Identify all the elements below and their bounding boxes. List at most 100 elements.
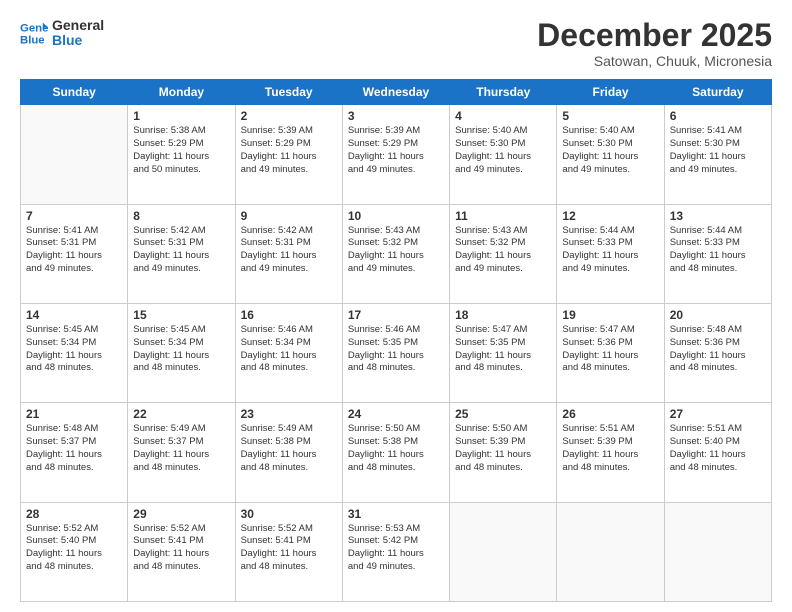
day-number: 15	[133, 308, 229, 322]
day-info: Sunrise: 5:45 AMSunset: 5:34 PMDaylight:…	[26, 324, 122, 375]
day-info: Sunrise: 5:47 AMSunset: 5:35 PMDaylight:…	[455, 324, 551, 375]
day-info: Sunrise: 5:39 AMSunset: 5:29 PMDaylight:…	[348, 125, 444, 176]
day-info: Sunrise: 5:43 AMSunset: 5:32 PMDaylight:…	[348, 225, 444, 276]
calendar-cell: 4 Sunrise: 5:40 AMSunset: 5:30 PMDaylight…	[450, 105, 557, 204]
header: General Blue General Blue December 2025 …	[20, 18, 772, 69]
day-info: Sunrise: 5:42 AMSunset: 5:31 PMDaylight:…	[241, 225, 337, 276]
day-number: 1	[133, 109, 229, 123]
svg-text:Blue: Blue	[20, 35, 45, 47]
day-info: Sunrise: 5:47 AMSunset: 5:36 PMDaylight:…	[562, 324, 658, 375]
day-info: Sunrise: 5:40 AMSunset: 5:30 PMDaylight:…	[562, 125, 658, 176]
day-info: Sunrise: 5:50 AMSunset: 5:39 PMDaylight:…	[455, 423, 551, 474]
calendar-cell: 10 Sunrise: 5:43 AMSunset: 5:32 PMDayligh…	[342, 204, 449, 303]
calendar-cell: 3 Sunrise: 5:39 AMSunset: 5:29 PMDaylight…	[342, 105, 449, 204]
calendar-week-row: 21 Sunrise: 5:48 AMSunset: 5:37 PMDayligh…	[21, 403, 772, 502]
calendar-cell: 9 Sunrise: 5:42 AMSunset: 5:31 PMDaylight…	[235, 204, 342, 303]
day-number: 5	[562, 109, 658, 123]
day-number: 2	[241, 109, 337, 123]
calendar-day-header: Sunday	[21, 80, 128, 105]
day-number: 9	[241, 209, 337, 223]
day-number: 28	[26, 507, 122, 521]
calendar-day-header: Saturday	[664, 80, 771, 105]
calendar-cell	[557, 502, 664, 601]
calendar-cell: 25 Sunrise: 5:50 AMSunset: 5:39 PMDayligh…	[450, 403, 557, 502]
day-info: Sunrise: 5:53 AMSunset: 5:42 PMDaylight:…	[348, 523, 444, 574]
day-info: Sunrise: 5:39 AMSunset: 5:29 PMDaylight:…	[241, 125, 337, 176]
day-number: 31	[348, 507, 444, 521]
day-number: 21	[26, 407, 122, 421]
day-number: 27	[670, 407, 766, 421]
calendar-cell: 22 Sunrise: 5:49 AMSunset: 5:37 PMDayligh…	[128, 403, 235, 502]
page: General Blue General Blue December 2025 …	[0, 0, 792, 612]
day-info: Sunrise: 5:43 AMSunset: 5:32 PMDaylight:…	[455, 225, 551, 276]
calendar-cell	[450, 502, 557, 601]
calendar-day-header: Monday	[128, 80, 235, 105]
calendar-cell: 12Sunrise: 5:44 AMSunset: 5:33 PMDayligh…	[557, 204, 664, 303]
day-info: Sunrise: 5:48 AMSunset: 5:36 PMDaylight:…	[670, 324, 766, 375]
calendar-cell: 14Sunrise: 5:45 AMSunset: 5:34 PMDayligh…	[21, 303, 128, 402]
day-info: Sunrise: 5:49 AMSunset: 5:37 PMDaylight:…	[133, 423, 229, 474]
day-number: 7	[26, 209, 122, 223]
day-info: Sunrise: 5:38 AMSunset: 5:29 PMDaylight:…	[133, 125, 229, 176]
calendar-cell: 6 Sunrise: 5:41 AMSunset: 5:30 PMDaylight…	[664, 105, 771, 204]
day-number: 26	[562, 407, 658, 421]
calendar-cell: 29Sunrise: 5:52 AMSunset: 5:41 PMDayligh…	[128, 502, 235, 601]
day-info: Sunrise: 5:46 AMSunset: 5:34 PMDaylight:…	[241, 324, 337, 375]
calendar-cell: 18 Sunrise: 5:47 AMSunset: 5:35 PMDayligh…	[450, 303, 557, 402]
day-number: 3	[348, 109, 444, 123]
day-number: 10	[348, 209, 444, 223]
calendar-day-header: Tuesday	[235, 80, 342, 105]
calendar-cell: 23Sunrise: 5:49 AMSunset: 5:38 PMDayligh…	[235, 403, 342, 502]
day-number: 30	[241, 507, 337, 521]
day-number: 22	[133, 407, 229, 421]
day-number: 20	[670, 308, 766, 322]
day-info: Sunrise: 5:41 AMSunset: 5:31 PMDaylight:…	[26, 225, 122, 276]
calendar-cell: 27Sunrise: 5:51 AMSunset: 5:40 PMDayligh…	[664, 403, 771, 502]
day-number: 29	[133, 507, 229, 521]
day-number: 23	[241, 407, 337, 421]
calendar-cell: 5 Sunrise: 5:40 AMSunset: 5:30 PMDaylight…	[557, 105, 664, 204]
calendar-cell: 19Sunrise: 5:47 AMSunset: 5:36 PMDayligh…	[557, 303, 664, 402]
calendar-cell: 31 Sunrise: 5:53 AMSunset: 5:42 PMDayligh…	[342, 502, 449, 601]
day-info: Sunrise: 5:52 AMSunset: 5:40 PMDaylight:…	[26, 523, 122, 574]
day-info: Sunrise: 5:42 AMSunset: 5:31 PMDaylight:…	[133, 225, 229, 276]
logo-blue: Blue	[52, 33, 104, 48]
calendar-cell: 26 Sunrise: 5:51 AMSunset: 5:39 PMDayligh…	[557, 403, 664, 502]
calendar-cell: 16Sunrise: 5:46 AMSunset: 5:34 PMDayligh…	[235, 303, 342, 402]
day-info: Sunrise: 5:48 AMSunset: 5:37 PMDaylight:…	[26, 423, 122, 474]
calendar-week-row: 7 Sunrise: 5:41 AMSunset: 5:31 PMDaylight…	[21, 204, 772, 303]
calendar-cell: 8 Sunrise: 5:42 AMSunset: 5:31 PMDaylight…	[128, 204, 235, 303]
day-info: Sunrise: 5:51 AMSunset: 5:39 PMDaylight:…	[562, 423, 658, 474]
day-info: Sunrise: 5:50 AMSunset: 5:38 PMDaylight:…	[348, 423, 444, 474]
day-info: Sunrise: 5:46 AMSunset: 5:35 PMDaylight:…	[348, 324, 444, 375]
title-block: December 2025 Satowan, Chuuk, Micronesia	[537, 18, 772, 69]
calendar-week-row: 1 Sunrise: 5:38 AMSunset: 5:29 PMDaylight…	[21, 105, 772, 204]
location: Satowan, Chuuk, Micronesia	[537, 53, 772, 69]
calendar-cell: 15 Sunrise: 5:45 AMSunset: 5:34 PMDayligh…	[128, 303, 235, 402]
calendar-cell: 13 Sunrise: 5:44 AMSunset: 5:33 PMDayligh…	[664, 204, 771, 303]
calendar-day-header: Wednesday	[342, 80, 449, 105]
day-number: 13	[670, 209, 766, 223]
day-info: Sunrise: 5:52 AMSunset: 5:41 PMDaylight:…	[241, 523, 337, 574]
calendar-cell: 28 Sunrise: 5:52 AMSunset: 5:40 PMDayligh…	[21, 502, 128, 601]
day-info: Sunrise: 5:40 AMSunset: 5:30 PMDaylight:…	[455, 125, 551, 176]
calendar-cell: 11 Sunrise: 5:43 AMSunset: 5:32 PMDayligh…	[450, 204, 557, 303]
day-number: 6	[670, 109, 766, 123]
day-number: 18	[455, 308, 551, 322]
calendar-day-header: Thursday	[450, 80, 557, 105]
day-number: 11	[455, 209, 551, 223]
day-info: Sunrise: 5:45 AMSunset: 5:34 PMDaylight:…	[133, 324, 229, 375]
day-info: Sunrise: 5:44 AMSunset: 5:33 PMDaylight:…	[670, 225, 766, 276]
day-number: 4	[455, 109, 551, 123]
calendar-cell: 24Sunrise: 5:50 AMSunset: 5:38 PMDayligh…	[342, 403, 449, 502]
calendar-cell: 30 Sunrise: 5:52 AMSunset: 5:41 PMDayligh…	[235, 502, 342, 601]
calendar-table: SundayMondayTuesdayWednesdayThursdayFrid…	[20, 79, 772, 602]
day-number: 8	[133, 209, 229, 223]
day-number: 25	[455, 407, 551, 421]
calendar-week-row: 14Sunrise: 5:45 AMSunset: 5:34 PMDayligh…	[21, 303, 772, 402]
day-number: 12	[562, 209, 658, 223]
logo-general: General	[52, 18, 104, 33]
day-info: Sunrise: 5:41 AMSunset: 5:30 PMDaylight:…	[670, 125, 766, 176]
calendar-week-row: 28 Sunrise: 5:52 AMSunset: 5:40 PMDayligh…	[21, 502, 772, 601]
calendar-cell: 7 Sunrise: 5:41 AMSunset: 5:31 PMDaylight…	[21, 204, 128, 303]
